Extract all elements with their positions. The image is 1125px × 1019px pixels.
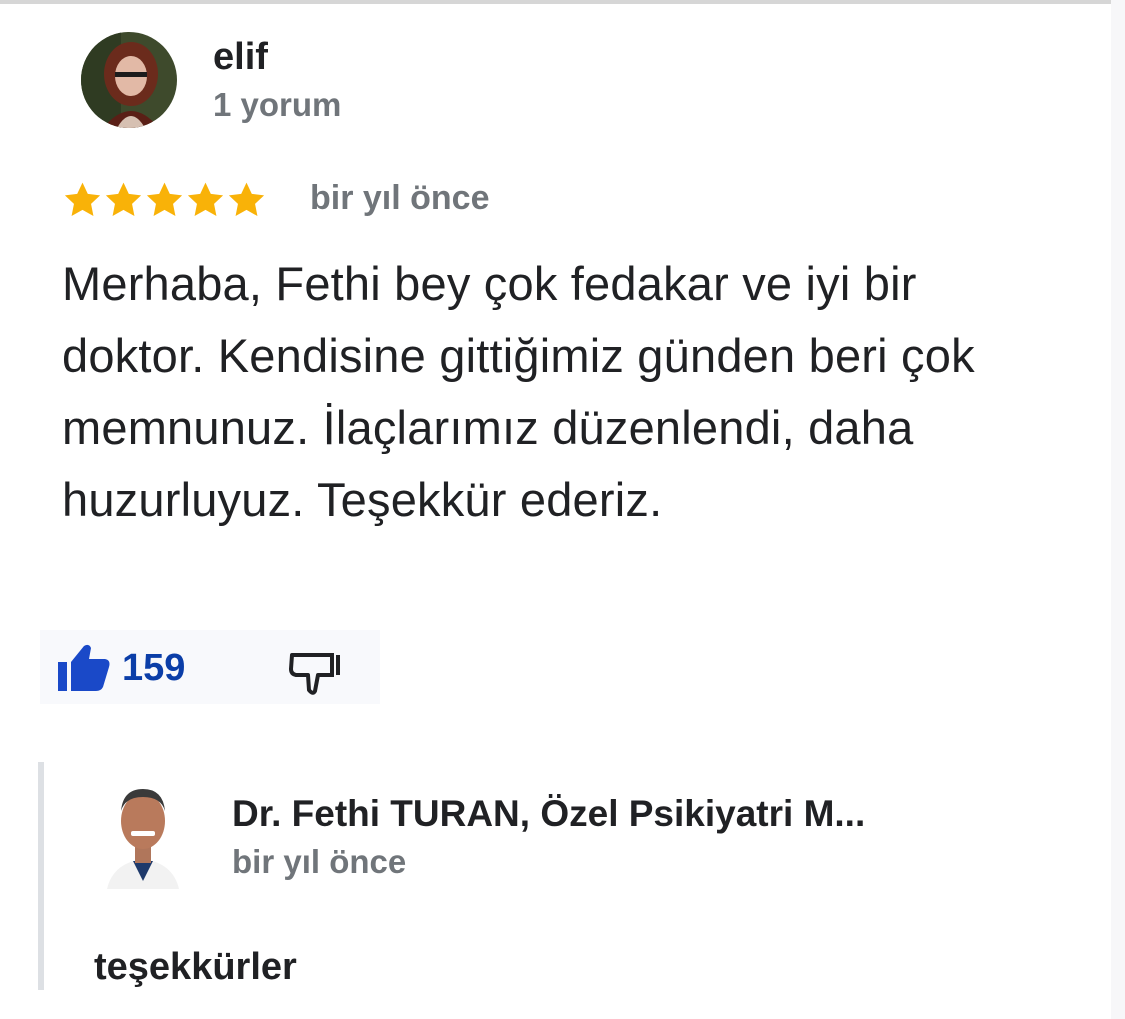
owner-reply-indicator — [38, 762, 44, 990]
rating-stars — [62, 179, 267, 221]
star-icon — [64, 182, 101, 217]
review-time: bir yıl önce — [310, 179, 490, 217]
thumb-down-icon — [289, 653, 340, 695]
review-text: Merhaba, Fethi bey çok fedakar ve iyi bi… — [62, 257, 975, 526]
star-icon — [187, 182, 224, 217]
star-icon — [105, 182, 142, 217]
reviewer-avatar[interactable] — [81, 32, 177, 128]
reviewer-review-count: 1 yorum — [213, 86, 342, 123]
reviewer-name[interactable]: elif — [213, 36, 268, 79]
owner-avatar[interactable] — [103, 781, 183, 889]
page-edge — [1111, 0, 1125, 1019]
like-button[interactable]: 159 — [56, 640, 185, 696]
reply-time: bir yıl önce — [232, 843, 407, 880]
like-count: 159 — [122, 646, 186, 689]
reply-text: teşekkürler — [94, 946, 297, 988]
owner-name[interactable]: Dr. Fethi TURAN, Özel Psikiyatri M... — [232, 793, 865, 835]
star-icon — [228, 182, 265, 217]
review-card: elif 1 yorum bir yıl önce Merhaba, Fethi… — [0, 0, 1111, 1019]
star-icon — [146, 182, 183, 217]
dislike-button[interactable] — [288, 643, 344, 699]
thumb-up-icon — [58, 644, 110, 691]
